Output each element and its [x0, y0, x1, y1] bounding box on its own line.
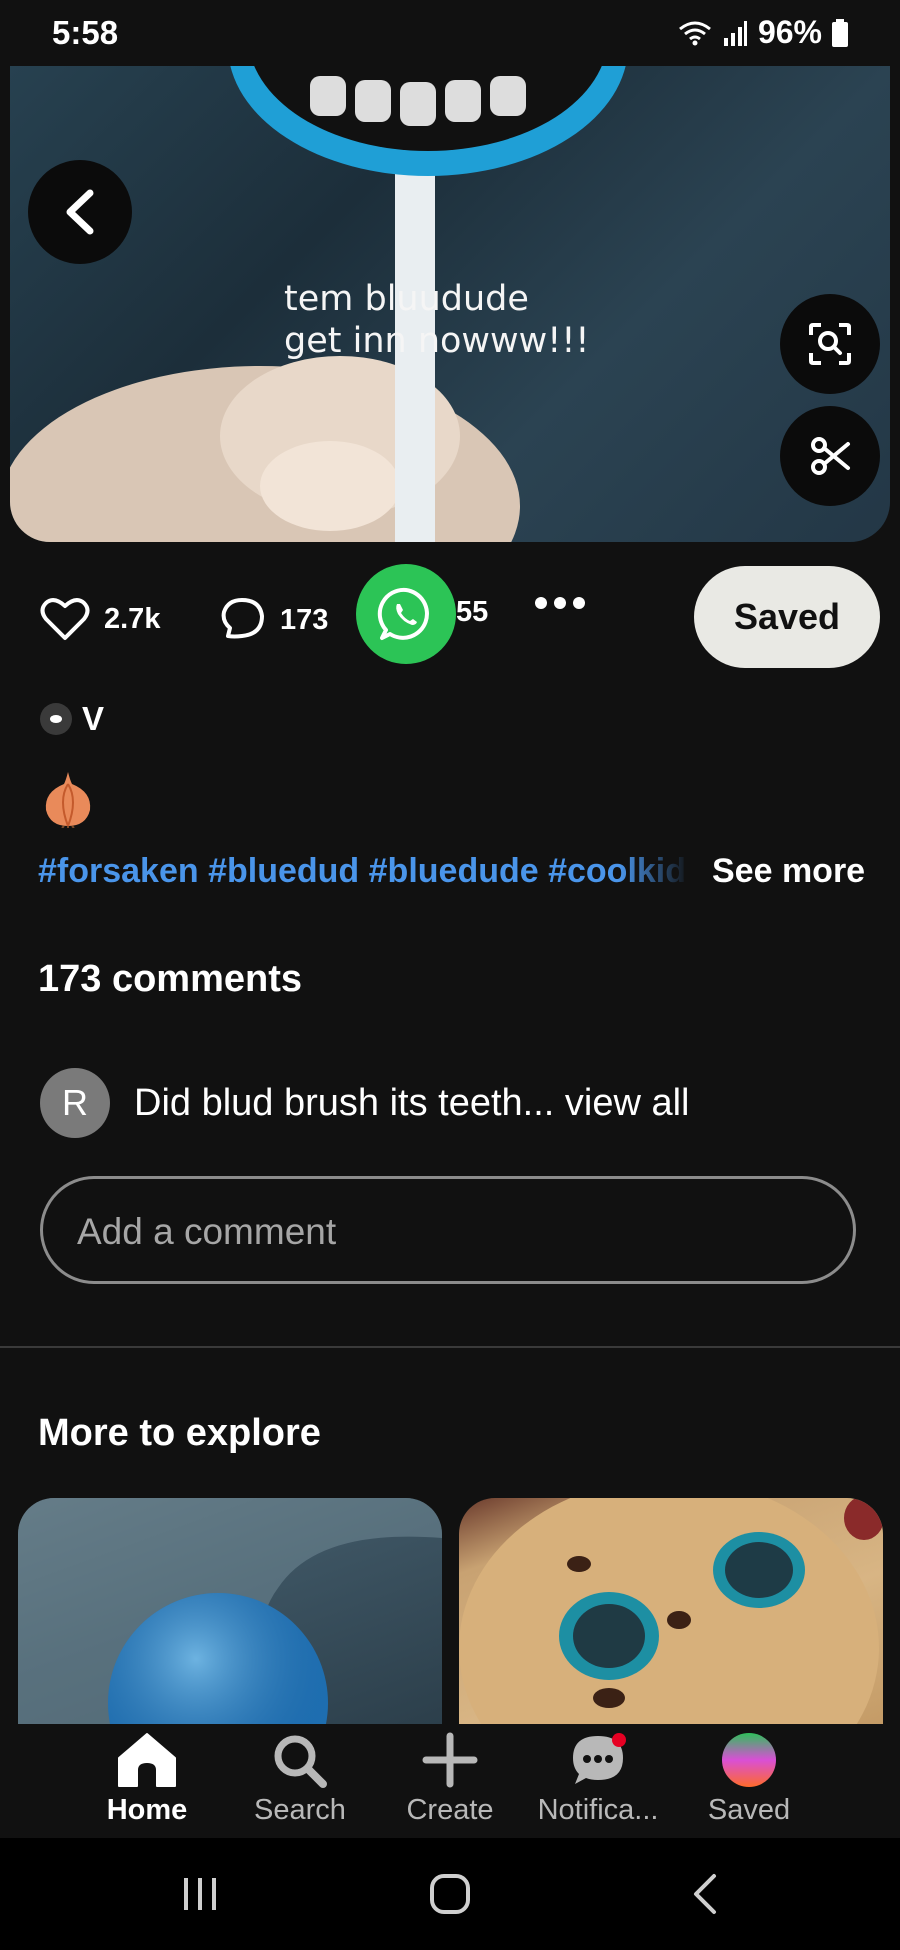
battery-icon	[832, 18, 848, 47]
home-nav-icon[interactable]	[428, 1872, 472, 1916]
status-time: 5:58	[52, 14, 119, 51]
like-button[interactable]: 2.7k	[40, 596, 160, 642]
comment-button[interactable]: 173	[218, 596, 328, 644]
comment-count: 173	[280, 603, 329, 636]
explore-heading: More to explore	[38, 1412, 321, 1454]
search-icon	[274, 1735, 327, 1788]
pin-image[interactable]: tem bluudude get inn nowww!!!	[10, 66, 890, 542]
commenter-avatar[interactable]: R	[40, 1068, 110, 1138]
visual-search-button[interactable]	[780, 294, 880, 394]
heart-icon	[40, 598, 90, 640]
image-caption: tem bluudude get inn nowww!!!	[284, 279, 590, 361]
nav-create-label: Create	[406, 1794, 494, 1826]
recent-apps-icon[interactable]	[180, 1874, 220, 1914]
more-options-button[interactable]	[534, 596, 586, 610]
see-more-link[interactable]: See more	[712, 852, 865, 891]
nav-notifications[interactable]: Notifica...	[523, 1732, 673, 1827]
share-count-wrapper[interactable]: 55	[456, 596, 488, 629]
like-count: 2.7k	[104, 602, 161, 635]
home-icon	[118, 1733, 176, 1787]
system-nav-bar	[0, 1838, 900, 1950]
signal-icon	[723, 20, 747, 46]
nav-search[interactable]: Search	[225, 1732, 375, 1827]
nav-create[interactable]: Create	[375, 1732, 525, 1827]
nav-home[interactable]: Home	[72, 1732, 222, 1827]
cookie-photo	[459, 1498, 883, 1724]
author-name[interactable]: V	[82, 700, 104, 738]
more-horizontal-icon	[535, 597, 585, 609]
comment-icon	[221, 598, 264, 639]
pin-actions: 2.7k 173 55 Saved	[0, 560, 900, 678]
hashtags-fade	[620, 852, 690, 896]
explore-pin-2[interactable]	[459, 1498, 883, 1724]
comment-text[interactable]: Did blud brush its teeth... view all	[134, 1082, 690, 1125]
hashtags[interactable]: #forsaken #bluedud #bluedude #coolkid	[38, 852, 688, 891]
add-comment-placeholder: Add a comment	[77, 1211, 337, 1252]
wifi-icon	[679, 21, 711, 45]
lens-search-icon	[809, 323, 851, 365]
add-comment-input[interactable]: Add a comment	[40, 1176, 856, 1284]
back-nav-icon[interactable]	[690, 1872, 720, 1916]
avatar-image	[50, 715, 62, 723]
blue-ball-photo	[18, 1498, 442, 1724]
cutout-button[interactable]	[780, 406, 880, 506]
onion-icon	[45, 772, 91, 828]
pin-author[interactable]: V	[40, 700, 104, 738]
scissors-icon	[811, 437, 850, 475]
chevron-left-icon	[66, 189, 94, 235]
nav-saved[interactable]: Saved	[674, 1732, 824, 1827]
status-icons: 96%	[678, 14, 848, 51]
section-divider	[0, 1346, 900, 1348]
whatsapp-share-button[interactable]	[356, 564, 456, 664]
nav-saved-label: Saved	[707, 1794, 791, 1826]
comment-preview[interactable]: R Did blud brush its teeth... view all	[40, 1068, 690, 1138]
explore-pin-1[interactable]	[18, 1498, 442, 1724]
back-button[interactable]	[28, 160, 132, 264]
bottom-nav: Home Search Create Notifica... Saved	[0, 1724, 900, 1838]
profile-avatar	[722, 1733, 776, 1787]
nav-home-label: Home	[106, 1794, 188, 1826]
plus-icon	[422, 1732, 478, 1788]
status-bar: 5:58 96%	[0, 0, 900, 68]
saved-button[interactable]: Saved	[694, 566, 880, 668]
author-avatar[interactable]	[40, 703, 72, 735]
chat-bubble-icon	[573, 1733, 626, 1784]
whatsapp-icon	[377, 587, 429, 640]
battery-percent: 96%	[757, 14, 822, 50]
nav-search-label: Search	[254, 1794, 346, 1826]
comments-heading: 173 comments	[38, 958, 303, 1000]
share-count: 55	[456, 596, 489, 628]
nav-notifications-label: Notifica...	[537, 1794, 659, 1826]
